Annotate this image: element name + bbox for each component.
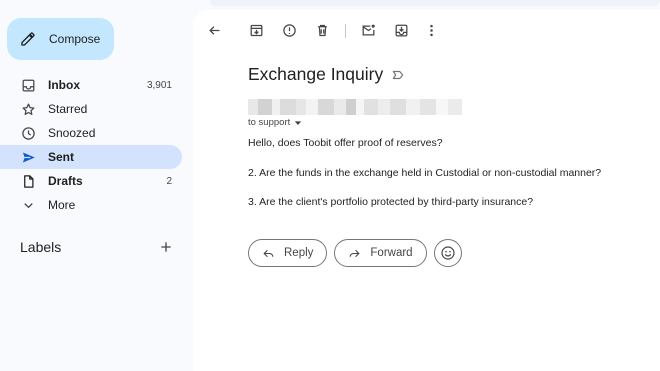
report-spam-button[interactable] (281, 22, 297, 38)
trash-icon (317, 24, 327, 36)
forward-button[interactable]: Forward (334, 239, 427, 267)
inbox-count: 3,901 (146, 79, 172, 91)
subject-row: Exchange Inquiry (248, 64, 405, 85)
sidebar-item-label: Drafts (48, 174, 83, 188)
to-recipients: to support (248, 117, 291, 128)
message-view: Exchange Inquiry to support Hello, does … (193, 10, 660, 371)
reply-button[interactable]: Reply (248, 239, 328, 267)
sidebar-item-sent[interactable]: Sent (0, 145, 182, 169)
move-to-inbox-icon (395, 24, 407, 36)
more-options-button[interactable] (423, 22, 439, 38)
sidebar-item-label: Inbox (48, 78, 80, 92)
mark-unread-button[interactable] (360, 22, 376, 38)
email-body-line: 3. Are the client's portfolio protected … (248, 196, 534, 208)
inbox-icon (20, 77, 36, 93)
drafts-count: 2 (166, 175, 172, 187)
clock-icon (20, 125, 36, 141)
send-icon (20, 149, 36, 165)
back-button[interactable] (206, 22, 222, 38)
sender-redacted (248, 99, 472, 115)
sidebar-item-starred[interactable]: Starred (0, 97, 182, 121)
star-icon (20, 101, 36, 117)
sidebar-item-label: Sent (48, 150, 75, 164)
email-body-line: Hello, does Toobit offer proof of reserv… (248, 137, 443, 149)
more-vert-icon (429, 24, 433, 36)
gmail-window: Compose Inbox 3,901 Starred Snoozed Sent… (0, 0, 660, 371)
compose-label: Compose (49, 32, 101, 46)
top-strip (210, 0, 660, 6)
arrow-left-icon (208, 25, 219, 35)
chevron-down-icon (20, 197, 36, 213)
caret-down-icon (295, 120, 302, 125)
mail-unread-icon (362, 24, 375, 35)
recipients-toggle[interactable]: to support (248, 117, 302, 128)
sidebar-item-label: Starred (48, 102, 88, 116)
plus-icon[interactable] (158, 239, 174, 255)
forward-icon (350, 249, 361, 257)
compose-button[interactable]: Compose (7, 18, 114, 60)
email-body-line: 2. Are the funds in the exchange held in… (248, 167, 602, 179)
sidebar-item-drafts[interactable]: Drafts 2 (0, 169, 182, 193)
reply-icon (263, 249, 274, 257)
sidebar-item-more[interactable]: More (0, 193, 182, 217)
sidebar: Compose Inbox 3,901 Starred Snoozed Sent… (0, 0, 193, 371)
forward-label: Forward (370, 247, 413, 259)
report-icon (282, 23, 296, 37)
sidebar-item-inbox[interactable]: Inbox 3,901 (0, 73, 182, 97)
toolbar-divider (345, 24, 346, 38)
pencil-icon (21, 32, 35, 46)
archive-icon (250, 24, 262, 36)
move-to-button[interactable] (393, 22, 409, 38)
delete-button[interactable] (314, 22, 330, 38)
smiley-icon (440, 246, 455, 260)
emoji-reaction-button[interactable] (433, 239, 462, 267)
labels-title: Labels (20, 239, 62, 255)
nav-list: Inbox 3,901 Starred Snoozed Sent Drafts … (0, 73, 193, 217)
reply-actions: Reply Forward (248, 239, 462, 267)
archive-button[interactable] (248, 22, 264, 38)
reply-label: Reply (284, 247, 314, 259)
sidebar-item-label: Snoozed (48, 126, 96, 140)
draft-icon (20, 173, 36, 189)
sidebar-item-label: More (48, 198, 76, 212)
label-important-icon[interactable] (391, 68, 405, 82)
sidebar-item-snoozed[interactable]: Snoozed (0, 121, 182, 145)
labels-header: Labels (20, 238, 180, 256)
message-toolbar (193, 10, 660, 50)
email-subject: Exchange Inquiry (248, 64, 384, 84)
